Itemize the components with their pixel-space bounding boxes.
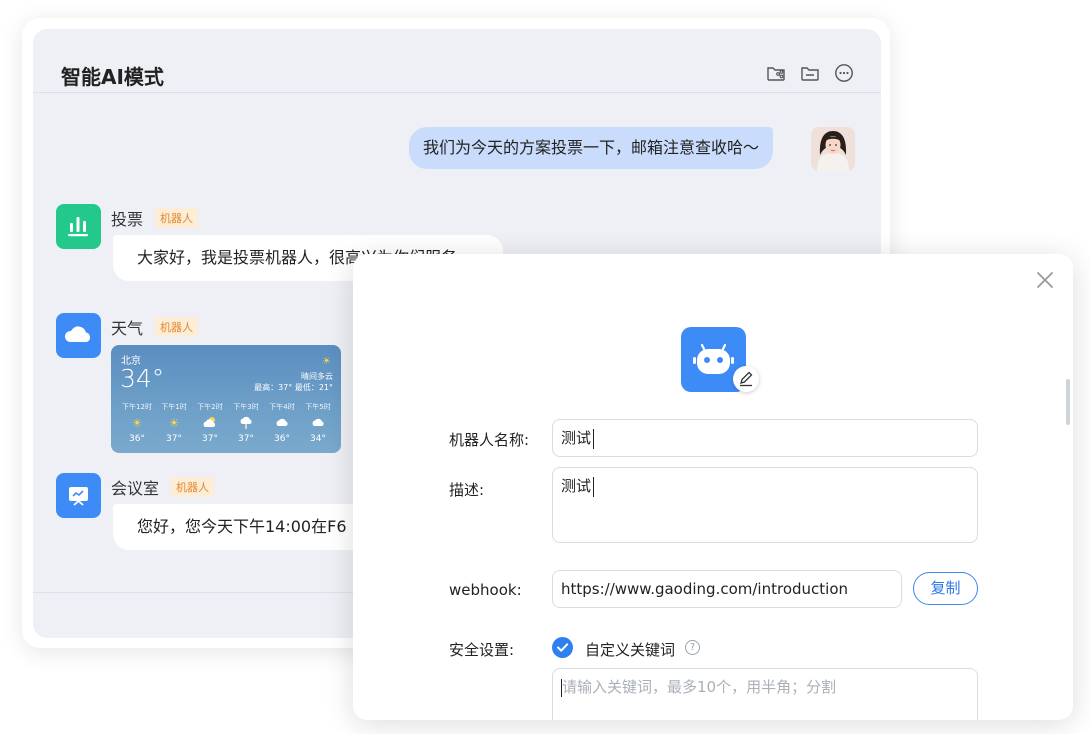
rain-cloud-icon (228, 416, 264, 430)
weather-hour: 下午12时 ☀ 36° (119, 402, 155, 444)
keyword-placeholder: 请输入关键词，最多10个，用半角；分割 (562, 678, 837, 696)
my-message-bubble: 我们为今天的方案投票一下，邮箱注意查收哈～ (409, 127, 774, 169)
chat-title: 智能AI模式 (61, 65, 164, 89)
edit-avatar-button[interactable] (733, 366, 759, 392)
weather-hour-temp: 36° (274, 434, 290, 444)
more-options-icon[interactable] (834, 63, 854, 83)
checkmark-icon (557, 643, 569, 652)
weather-hour-temp: 37° (166, 434, 182, 444)
sun-icon: ☀ (168, 416, 180, 430)
webhook-value: https://www.gaoding.com/introduction (561, 580, 849, 598)
weather-hour: 下午3时 37° (228, 402, 264, 444)
weather-hour-temp: 34° (310, 434, 326, 444)
weather-hour: 下午4时 36° (264, 402, 300, 444)
bot-tag: 机器人 (155, 317, 198, 337)
bot-name: 天气 (111, 319, 144, 338)
text-caret (593, 428, 595, 449)
text-caret (593, 476, 595, 497)
presentation-icon (56, 473, 101, 518)
weather-hour-temp: 37° (238, 434, 254, 444)
weather-description: 晴间多云 (301, 372, 333, 381)
description-value: 测试 (561, 477, 592, 495)
chat-header-divider (33, 92, 881, 93)
weather-range: 最高：37° 最低：21° (254, 383, 333, 392)
bot-tag: 机器人 (155, 208, 198, 228)
partly-cloudy-icon (192, 416, 228, 430)
folder-icon[interactable] (800, 63, 820, 83)
weather-hour: 下午5时 34° (300, 402, 336, 444)
robot-name-label: 机器人名称: (449, 431, 530, 449)
webhook-input[interactable]: https://www.gaoding.com/introduction (552, 570, 902, 608)
bot-name: 投票 (111, 210, 144, 229)
keyword-option-label[interactable]: 自定义关键词 (585, 639, 675, 660)
sun-icon: ☀ (131, 416, 143, 430)
help-icon[interactable]: ? (685, 640, 700, 655)
robot-name-input[interactable]: 测试 (552, 419, 978, 457)
robot-settings-dialog: 机器人名称: 测试 描述: 测试 webhook: https://www.ga… (353, 254, 1073, 720)
weather-hour: 下午1时 ☀ 37° (156, 402, 192, 444)
description-textarea[interactable]: 测试 (552, 467, 978, 543)
user-avatar (811, 127, 855, 171)
weather-card: 北京 34° ☀ 晴间多云 最高：37° 最低：21° 下午12时 ☀ 36° … (111, 345, 341, 453)
security-settings-label: 安全设置: (449, 641, 515, 659)
cloud-icon (56, 313, 101, 358)
weather-hour-time: 下午3时 (233, 403, 259, 411)
weather-hour-time: 下午2时 (197, 403, 223, 411)
keyword-checkbox[interactable] (552, 637, 573, 658)
bot-name: 会议室 (111, 479, 160, 498)
weather-hour-time: 下午12时 (122, 403, 152, 411)
weather-hour-time: 下午1时 (161, 403, 187, 411)
bot-tag: 机器人 (171, 477, 214, 497)
weather-temperature: 34° (120, 364, 165, 393)
sun-icon: ☀ (322, 356, 331, 367)
weather-hour-temp: 37° (202, 434, 218, 444)
pencil-icon (740, 371, 753, 387)
close-icon[interactable] (1033, 268, 1057, 292)
copy-button[interactable]: 复制 (913, 572, 978, 605)
bar-chart-icon (56, 204, 101, 249)
folder-share-icon[interactable] (766, 63, 786, 83)
cloud-icon (300, 416, 336, 430)
weather-hour-time: 下午5时 (305, 403, 331, 411)
webhook-label: webhook: (449, 581, 522, 599)
weather-hour: 下午2时 37° (192, 402, 228, 444)
description-label: 描述: (449, 481, 485, 499)
scrollbar[interactable] (1066, 379, 1070, 425)
robot-name-value: 测试 (561, 429, 592, 447)
keyword-textarea[interactable]: 请输入关键词，最多10个，用半角；分割 (552, 668, 978, 720)
weather-hour-time: 下午4时 (269, 403, 295, 411)
cloud-icon (264, 416, 300, 430)
weather-hour-temp: 36° (129, 434, 145, 444)
